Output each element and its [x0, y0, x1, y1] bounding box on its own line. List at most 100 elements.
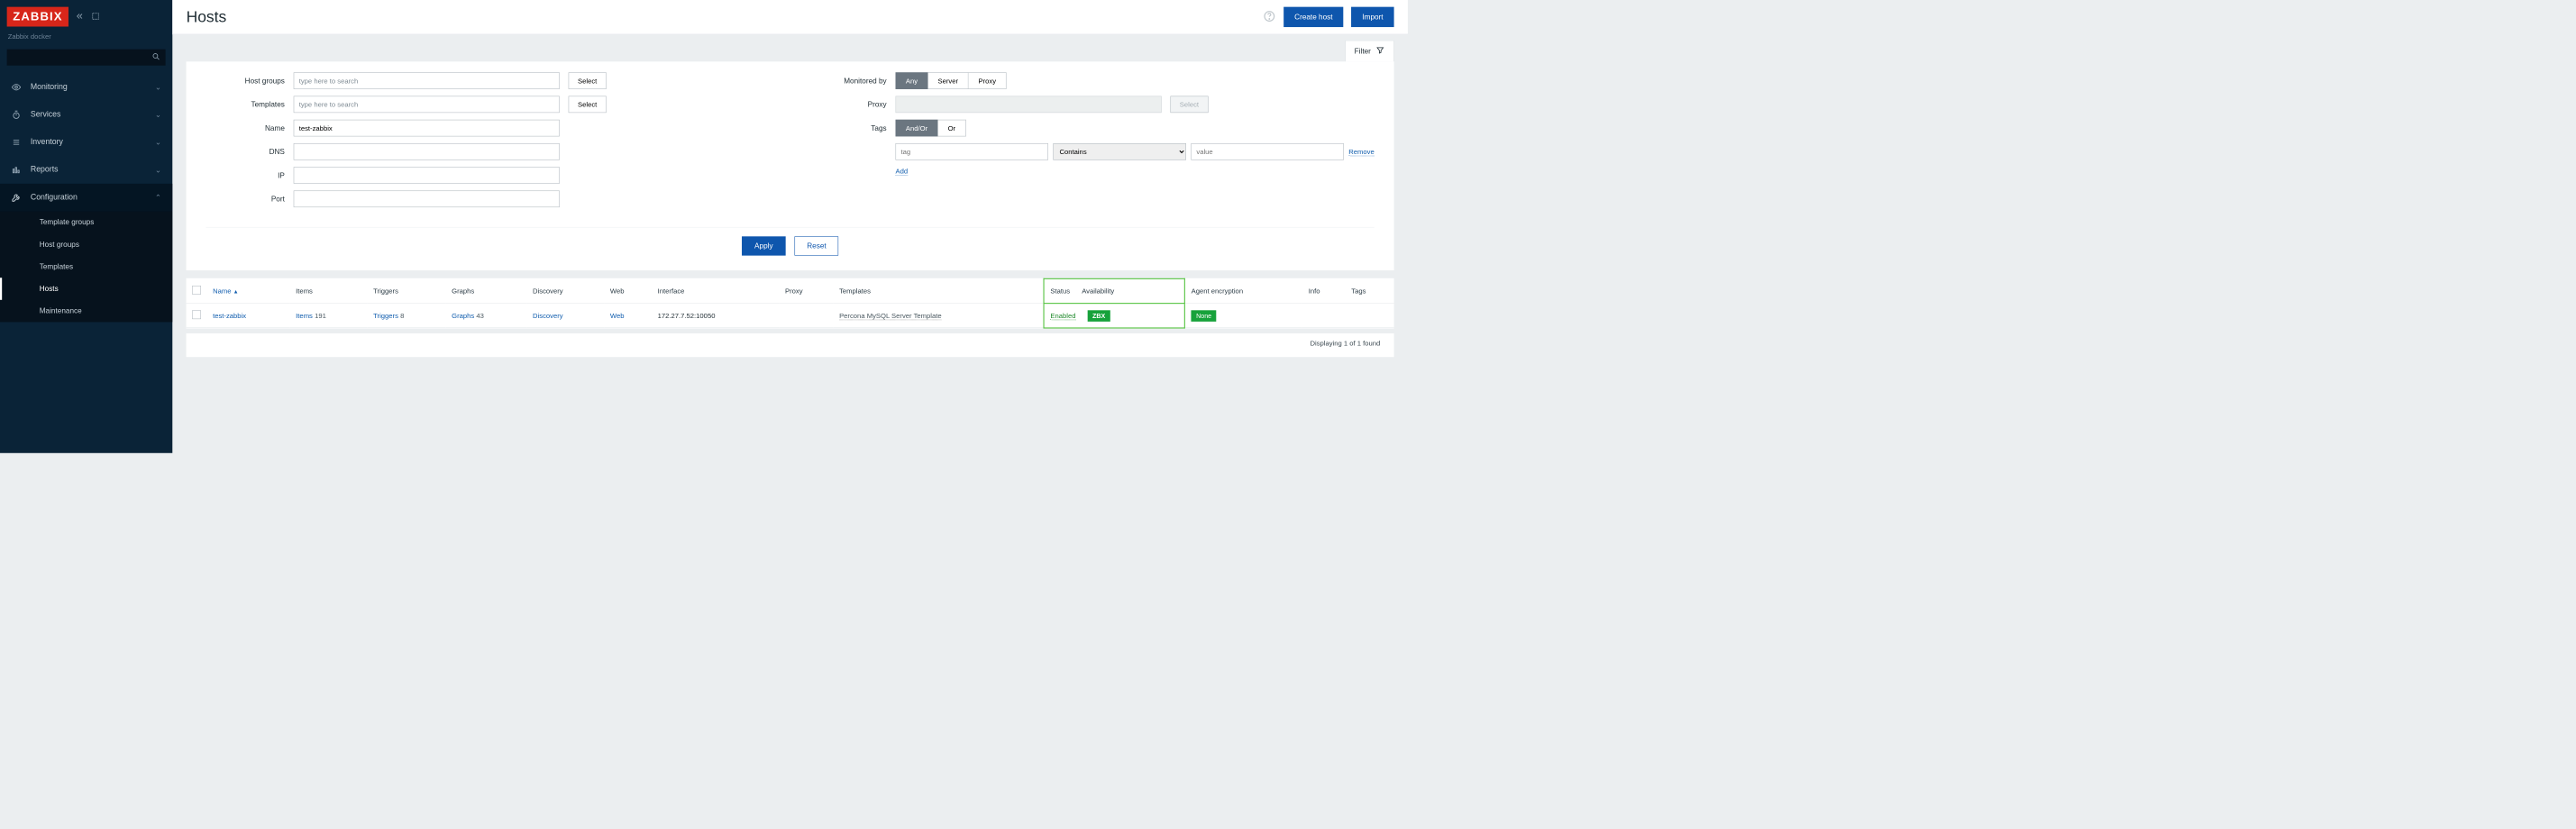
nav-label: Reports — [31, 166, 146, 175]
sidebar-top: ZABBIX — [0, 3, 172, 28]
sort-asc-icon: ▲ — [233, 289, 239, 296]
dns-input[interactable] — [294, 143, 560, 160]
col-status[interactable]: Status — [1045, 280, 1076, 302]
triggers-count: 8 — [400, 312, 404, 320]
chevron-up-icon: ⌃ — [155, 193, 161, 203]
create-host-button[interactable]: Create host — [1283, 7, 1343, 27]
nav-services[interactable]: Services ⌄ — [0, 101, 172, 129]
col-discovery: Discovery — [526, 278, 604, 303]
monitored-proxy[interactable]: Proxy — [969, 72, 1007, 89]
nav-label: Inventory — [31, 138, 146, 147]
web-link[interactable]: Web — [610, 312, 625, 320]
label-proxy: Proxy — [803, 100, 887, 108]
table-header-row: Name ▲ Items Triggers Graphs Discovery W… — [187, 278, 1394, 303]
fullscreen-icon[interactable] — [91, 12, 100, 22]
help-icon[interactable] — [1263, 10, 1275, 24]
apply-button[interactable]: Apply — [742, 236, 786, 255]
tag-remove-link[interactable]: Remove — [1348, 148, 1374, 156]
nav-configuration[interactable]: Configuration ⌃ — [0, 184, 172, 212]
collapse-icon[interactable] — [76, 12, 85, 22]
server-name: Zabbix docker — [0, 29, 172, 47]
subnav-template-groups[interactable]: Template groups — [0, 211, 172, 233]
chart-icon — [11, 165, 22, 175]
table-row: test-zabbix Items191 Triggers8 Graphs43 … — [187, 303, 1394, 327]
subnav-templates[interactable]: Templates — [0, 256, 172, 278]
monitored-server[interactable]: Server — [928, 72, 969, 89]
col-graphs: Graphs — [446, 278, 527, 303]
select-all-checkbox[interactable] — [192, 286, 201, 295]
triggers-link[interactable]: Triggers — [373, 312, 398, 320]
search-input[interactable] — [12, 53, 151, 61]
filter-left-col: Host groups Select Templates Select Name… — [206, 72, 763, 214]
label-templates: Templates — [206, 100, 284, 108]
row-checkbox[interactable] — [192, 310, 201, 319]
tags-andor[interactable]: And/Or — [895, 120, 937, 137]
tags-or[interactable]: Or — [938, 120, 966, 137]
nav-label: Configuration — [31, 193, 146, 202]
template-link[interactable]: Percona MySQL Server Template — [839, 312, 942, 320]
wrench-icon — [11, 193, 22, 203]
subnav-hosts[interactable]: Hosts — [0, 278, 172, 300]
monitored-any[interactable]: Any — [895, 72, 927, 89]
discovery-link[interactable]: Discovery — [533, 312, 563, 320]
chevron-down-icon: ⌄ — [155, 82, 161, 92]
label-dns: DNS — [206, 148, 284, 156]
interface-cell: 172.27.7.52:10050 — [652, 303, 779, 327]
availability-badge: ZBX — [1088, 310, 1110, 322]
stopwatch-icon — [11, 110, 22, 120]
status-toggle[interactable]: Enabled — [1050, 312, 1075, 320]
hosts-table: Name ▲ Items Triggers Graphs Discovery W… — [187, 278, 1394, 328]
port-input[interactable] — [294, 190, 560, 207]
label-ip: IP — [206, 171, 284, 179]
templates-input[interactable] — [294, 96, 560, 114]
filter-right-col: Monitored by Any Server Proxy Proxy Sele… — [803, 72, 1375, 214]
tag-add-link[interactable]: Add — [895, 167, 908, 175]
host-groups-input[interactable] — [294, 72, 560, 89]
tag-value-input[interactable] — [1191, 143, 1343, 160]
nav: Monitoring ⌄ Services ⌄ Inventory ⌄ Repo… — [0, 70, 172, 322]
proxy-input — [895, 96, 1161, 114]
page-header: Hosts Create host Import — [172, 0, 1408, 34]
tags-cell — [1346, 303, 1394, 327]
col-triggers: Triggers — [368, 278, 446, 303]
tags-mode-group: And/Or Or — [895, 120, 965, 137]
tag-name-input[interactable] — [895, 143, 1047, 160]
graphs-count: 43 — [476, 312, 484, 320]
reset-button[interactable]: Reset — [795, 236, 839, 255]
chevron-down-icon: ⌄ — [155, 165, 161, 175]
page-title: Hosts — [187, 8, 1264, 26]
import-button[interactable]: Import — [1351, 7, 1393, 27]
host-name-link[interactable]: test-zabbix — [213, 312, 246, 320]
subnav-host-groups[interactable]: Host groups — [0, 233, 172, 256]
name-input[interactable] — [294, 120, 560, 137]
items-link[interactable]: Items — [296, 312, 313, 320]
nav-reports[interactable]: Reports ⌄ — [0, 156, 172, 184]
host-groups-select-button[interactable]: Select — [569, 72, 607, 89]
filter-tab[interactable]: Filter — [1345, 41, 1393, 61]
list-icon — [11, 137, 22, 147]
graphs-link[interactable]: Graphs — [452, 312, 474, 320]
filter-panel: Host groups Select Templates Select Name… — [187, 61, 1394, 270]
nav-label: Monitoring — [31, 83, 146, 92]
chevron-down-icon: ⌄ — [155, 110, 161, 120]
filter-tab-label: Filter — [1355, 47, 1371, 55]
tag-operator-select[interactable]: Contains — [1053, 143, 1186, 160]
nav-config-submenu: Template groups Host groups Templates Ho… — [0, 211, 172, 322]
sidebar: ZABBIX Zabbix docker Monitoring ⌄ Servic… — [0, 0, 172, 453]
logo[interactable]: ZABBIX — [7, 7, 69, 27]
items-count: 191 — [315, 312, 326, 320]
subnav-maintenance[interactable]: Maintenance — [0, 300, 172, 323]
search-icon[interactable] — [151, 52, 160, 62]
tag-filter-row: Contains Remove — [895, 143, 1374, 160]
templates-select-button[interactable]: Select — [569, 96, 607, 114]
encryption-badge: None — [1192, 310, 1217, 322]
col-name[interactable]: Name ▲ — [207, 278, 290, 303]
ip-input[interactable] — [294, 167, 560, 184]
nav-inventory[interactable]: Inventory ⌄ — [0, 129, 172, 157]
global-search[interactable] — [7, 50, 166, 66]
proxy-select-button: Select — [1170, 96, 1208, 114]
nav-monitoring[interactable]: Monitoring ⌄ — [0, 73, 172, 101]
table-footer: Displaying 1 of 1 found — [187, 333, 1394, 357]
col-items: Items — [290, 278, 368, 303]
label-port: Port — [206, 195, 284, 203]
